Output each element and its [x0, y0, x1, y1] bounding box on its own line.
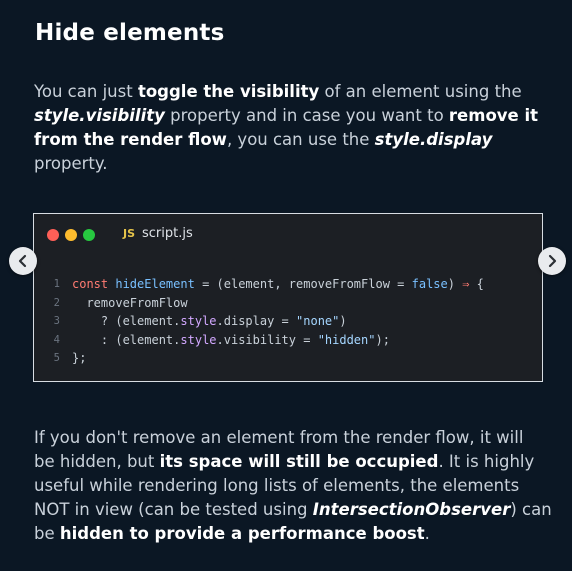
outro-text: . It is highly [438, 452, 535, 471]
code-line: 4 : (element.style.visibility = "hidden"… [34, 331, 542, 350]
outro-line-3: useful while rendering long lists of ele… [34, 476, 520, 495]
code-token: ) [339, 314, 347, 328]
code-token: style [180, 314, 217, 328]
outro-text: ) can [510, 500, 552, 519]
code-token: display [223, 314, 275, 328]
minimize-dot-icon [65, 229, 77, 241]
intro-emphasis: remove it [448, 106, 539, 125]
chevron-left-icon [18, 254, 27, 268]
outro-emphasis: its space will still be occupied [159, 452, 439, 471]
file-name: script.js [142, 226, 193, 241]
close-dot-icon [47, 229, 59, 241]
code-line: 2 removeFromFlow [34, 294, 542, 313]
outro-emphasis: hidden to provide a performance boost [59, 524, 425, 543]
code-token: = [296, 332, 318, 347]
line-number: 4 [53, 333, 60, 346]
code-text: removeFromFlow [72, 294, 188, 313]
intro-code-term: style.display [374, 130, 493, 149]
outro-paragraph: If you don't remove an element from the … [34, 426, 552, 546]
intro-emphasis: toggle the visibility [137, 82, 320, 101]
outro-code-term: IntersectionObserver [312, 500, 511, 519]
code-token: element [122, 332, 174, 347]
intro-text: property and in case you want to [164, 106, 449, 125]
intro-emphasis: from the render flow [34, 130, 227, 149]
file-tab: JS script.js [123, 226, 193, 241]
line-number: 1 [53, 278, 60, 290]
code-text: ? (element.style.display = "none") [72, 312, 347, 331]
maximize-dot-icon [83, 229, 95, 241]
code-token: const [72, 277, 116, 291]
code-window: JS script.js 1 const hideElement = (eleme… [33, 213, 543, 382]
code-token: . [216, 314, 224, 328]
outro-line-5: be hidden to provide a performance boost… [34, 522, 552, 546]
code-token: { [469, 277, 484, 291]
code-token: ); [375, 332, 390, 347]
code-token: , [274, 277, 289, 291]
window-controls [47, 229, 95, 241]
intro-code-term: style.visibility [34, 106, 165, 125]
code-token: = [389, 277, 412, 291]
code-token: ) [447, 277, 463, 291]
intro-text: You can just [34, 82, 138, 101]
intro-text: , you can use the [226, 130, 375, 149]
code-text: const hideElement = (element, removeFrom… [72, 275, 484, 294]
js-file-icon: JS [123, 227, 136, 240]
code-line: 5}; [34, 349, 542, 368]
code-text: }; [72, 349, 86, 368]
outro-text: . [424, 524, 430, 543]
outro-text: be [34, 524, 60, 543]
code-token: . [216, 332, 224, 347]
code-token: : ( [72, 332, 123, 347]
code-text: : (element.style.visibility = "hidden"); [72, 331, 390, 350]
intro-line-1: You can just toggle the visibility of an… [34, 80, 538, 104]
code-token: visibility [223, 332, 296, 347]
outro-text: be hidden, but [34, 452, 160, 471]
code-token: ? ( [72, 314, 123, 328]
code-token: }; [72, 351, 87, 365]
code-body: 1 const hideElement = (element, removeFro… [34, 275, 542, 368]
code-token: = [274, 314, 297, 328]
code-token: style [180, 332, 217, 347]
code-token: "none" [296, 314, 340, 328]
code-token: hideElement [115, 277, 195, 291]
intro-line-2: style.visibility property and in case yo… [34, 104, 538, 128]
outro-text: NOT in view (can be tested using [34, 500, 313, 519]
code-token: element [122, 314, 174, 328]
line-number: 3 [53, 315, 60, 327]
code-token: false [411, 277, 448, 291]
code-token: removeFromFlow [72, 295, 188, 310]
intro-paragraph: You can just toggle the visibility of an… [34, 80, 538, 176]
outro-line-2: be hidden, but its space will still be o… [34, 450, 552, 474]
outro-line-4: NOT in view (can be tested using Interse… [34, 498, 552, 522]
code-token: removeFromFlow [288, 277, 390, 291]
code-line: 3 ? (element.style.display = "none") [34, 312, 542, 331]
carousel-next-button[interactable] [538, 247, 566, 275]
page-title: Hide elements [35, 20, 225, 46]
code-token: element [223, 277, 275, 291]
outro-line-1: If you don't remove an element from the … [34, 428, 524, 447]
intro-text: of an element using the [319, 82, 522, 101]
line-number: 2 [53, 296, 60, 309]
code-line: 1 const hideElement = (element, removeFro… [34, 275, 542, 294]
carousel-prev-button[interactable] [9, 247, 37, 275]
intro-line-4: property. [34, 154, 108, 173]
intro-line-3: from the render flow, you can use the st… [34, 128, 538, 152]
chevron-right-icon [548, 254, 557, 268]
code-token: "hidden" [317, 332, 376, 347]
line-number: 5 [53, 352, 60, 364]
code-token: = ( [194, 277, 224, 291]
